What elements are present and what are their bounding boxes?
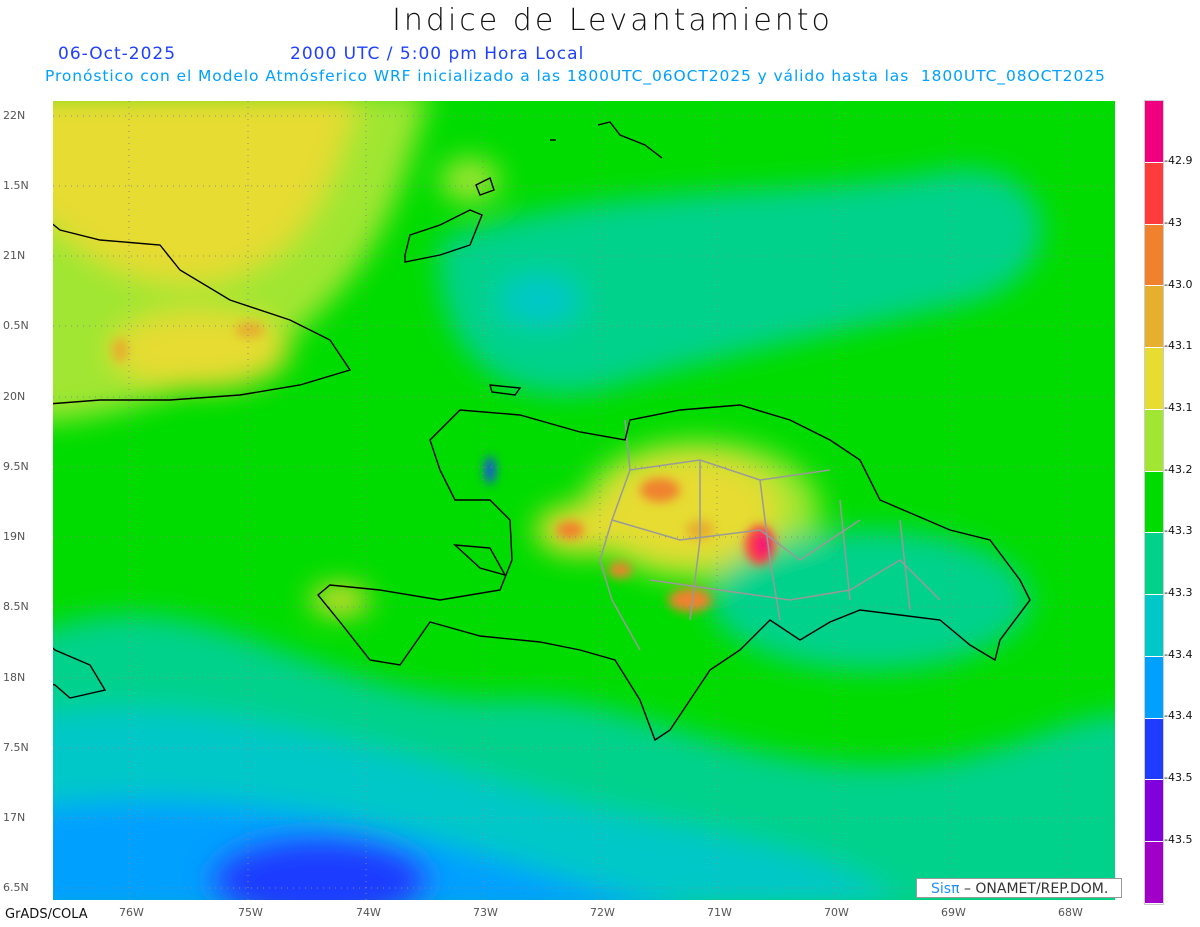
lon-label: 72W: [590, 906, 615, 919]
lat-label: 7.5N: [3, 741, 29, 754]
logo-brand: Sisπ: [931, 881, 960, 897]
logo-text: – ONAMET/REP.DOM.: [963, 881, 1109, 897]
colorbar-label: -42.9: [1164, 154, 1193, 167]
lat-label: 18N: [3, 671, 26, 684]
colorbar-swatch: [1145, 101, 1163, 163]
colorbar-label: -43: [1164, 216, 1182, 229]
lat-label: 22N: [3, 109, 26, 122]
forecast-time: 2000 UTC / 5:00 pm Hora Local: [290, 44, 585, 64]
forecast-subtitle: Pronóstico con el Modelo Atmósferico WRF…: [45, 67, 1106, 85]
lat-label: 1.5N: [3, 179, 29, 192]
colorbar-swatch: [1145, 718, 1163, 781]
colorbar-swatch: [1145, 533, 1163, 596]
lat-label: 19N: [3, 530, 26, 543]
lon-label: 71W: [707, 906, 732, 919]
lon-label: 68W: [1058, 906, 1083, 919]
colorbar-label: -43.3: [1164, 586, 1193, 599]
lon-label: 69W: [941, 906, 966, 919]
lat-label: 9.5N: [3, 460, 29, 473]
colorbar-label: -43.4: [1164, 648, 1193, 661]
onamet-logo: Sisπ – ONAMET/REP.DOM.: [916, 878, 1122, 898]
lon-label: 75W: [238, 906, 263, 919]
lon-label: 74W: [356, 906, 381, 919]
lat-label: 6.5N: [3, 881, 29, 894]
colorbar-swatch: [1145, 471, 1163, 534]
colorbar: [1144, 100, 1164, 905]
lon-label: 76W: [119, 906, 144, 919]
colorbar-swatch: [1145, 286, 1163, 349]
colorbar-swatch: [1145, 656, 1163, 719]
colorbar-label: -43.1: [1164, 401, 1193, 414]
colorbar-label: -43.2: [1164, 463, 1193, 476]
lon-label: 73W: [473, 906, 498, 919]
lat-label: 0.5N: [3, 319, 29, 332]
lon-label: 70W: [824, 906, 849, 919]
forecast-date: 06-Oct-2025: [58, 44, 177, 64]
colorbar-label: -43.1: [1164, 339, 1193, 352]
lat-label: 21N: [3, 249, 26, 262]
colorbar-swatch: [1145, 162, 1163, 225]
map-title: Indice de Levantamiento: [392, 3, 833, 38]
lat-label: 20N: [3, 390, 26, 403]
lifted-index-map: [53, 101, 1115, 900]
software-credit: GrADS/COLA: [5, 907, 88, 922]
colorbar-swatch: [1145, 842, 1163, 904]
lat-label: 8.5N: [3, 600, 29, 613]
colorbar-label: -43.5: [1164, 833, 1193, 846]
colorbar-swatch: [1145, 348, 1163, 410]
colorbar-swatch: [1145, 409, 1163, 472]
colorbar-label: -43.3: [1164, 524, 1193, 537]
lat-label: 17N: [3, 811, 26, 824]
colorbar-swatch: [1145, 780, 1163, 843]
colorbar-label: -43.5: [1164, 771, 1193, 784]
colorbar-label: -43.4: [1164, 709, 1193, 722]
colorbar-label: -43.0: [1164, 278, 1193, 291]
colorbar-swatch: [1145, 224, 1163, 287]
colorbar-swatch: [1145, 595, 1163, 657]
